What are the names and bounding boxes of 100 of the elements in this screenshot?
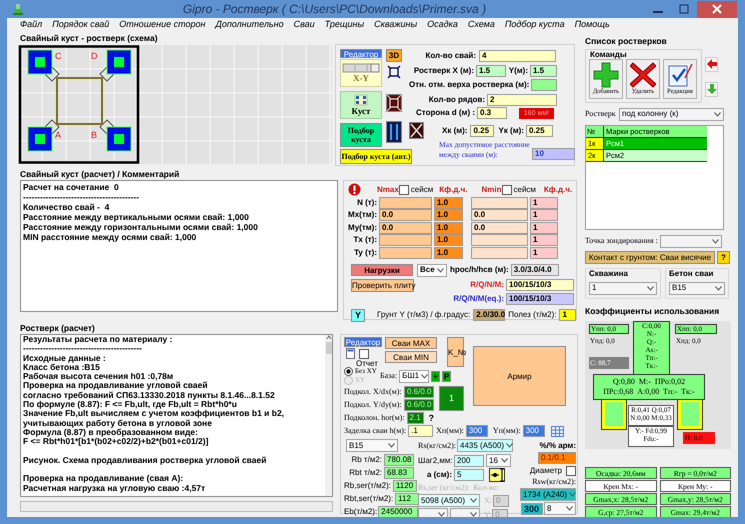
scrollbar[interactable]: [325, 335, 332, 496]
slider[interactable]: [342, 64, 380, 72]
input-field[interactable]: 1: [530, 246, 558, 258]
input-field[interactable]: [531, 79, 557, 91]
menu-item[interactable]: Отношение сторон: [119, 18, 206, 32]
check-slab-button[interactable]: Проверить плиту: [351, 278, 414, 292]
soil-button[interactable]: Y: [351, 308, 365, 322]
input-field[interactable]: 3.0/3.0/4.0: [510, 264, 559, 276]
editor-button[interactable]: Редактор: [344, 337, 382, 347]
input-field[interactable]: 1.0: [434, 209, 463, 221]
input-field[interactable]: [379, 196, 432, 208]
input-field[interactable]: 1: [559, 309, 576, 321]
close-button[interactable]: [697, 0, 737, 18]
input-field[interactable]: 300: [522, 425, 545, 437]
3d-button[interactable]: 3D: [386, 49, 402, 62]
menu-item[interactable]: Помощь: [574, 18, 610, 32]
input-field[interactable]: 1.0: [434, 246, 463, 258]
menu-item[interactable]: Подбор куста: [504, 18, 565, 32]
checkbox[interactable]: [566, 466, 576, 476]
menu-item[interactable]: Трещины: [324, 18, 364, 32]
input-field[interactable]: 200: [454, 454, 484, 466]
dropdown[interactable]: B15: [346, 439, 398, 452]
scroll-thumb[interactable]: [326, 342, 332, 354]
cluster-button[interactable]: Куст: [340, 91, 382, 119]
down-button[interactable]: [705, 82, 718, 97]
menu-item[interactable]: Файл: [20, 18, 42, 32]
input-field[interactable]: [471, 196, 528, 208]
input-field[interactable]: [379, 234, 432, 246]
menu-item[interactable]: Осадка: [427, 18, 458, 32]
panel-title: Список ростверков: [585, 35, 668, 48]
p-button[interactable]: P: [442, 370, 452, 382]
menu-item[interactable]: Схема: [468, 18, 495, 32]
loads-button[interactable]: Нагрузки: [351, 264, 413, 276]
input-field[interactable]: 1.5: [530, 65, 557, 77]
input-field[interactable]: 2.0/30.0: [473, 309, 506, 321]
input-field[interactable]: 300: [521, 502, 543, 514]
input-field[interactable]: 0.1/0.1: [538, 452, 576, 464]
menu-item[interactable]: Дополнительно: [216, 18, 284, 32]
menu-item[interactable]: Скважины: [374, 18, 418, 32]
dropdown[interactable]: 4435 (A500): [457, 439, 514, 452]
input-field[interactable]: [379, 246, 432, 258]
dropdown[interactable]: 16: [486, 454, 511, 467]
one-button[interactable]: 1: [439, 386, 464, 411]
input-field[interactable]: 0.3: [477, 107, 507, 119]
input-field[interactable]: 10: [532, 148, 575, 160]
input-field[interactable]: 1.5: [476, 65, 506, 77]
input-field[interactable]: 1: [530, 209, 558, 221]
input-field[interactable]: 1: [530, 222, 558, 234]
input-field[interactable]: 0.25: [526, 124, 553, 136]
input-field[interactable]: 100/15/10/3: [506, 279, 574, 291]
checkbox[interactable]: [502, 184, 512, 194]
dropdown[interactable]: 1: [589, 282, 657, 295]
input-field[interactable]: 1: [530, 196, 558, 208]
contact-button[interactable]: Контакт с грунтом: Сваи висячие: [585, 250, 715, 264]
dropdown[interactable]: B15: [669, 282, 725, 295]
dropdown[interactable]: 8: [544, 502, 576, 515]
input-field[interactable]: 2: [487, 94, 557, 106]
input-field[interactable]: 100/15/10/3: [506, 292, 574, 304]
dropdown[interactable]: под колонну (к): [619, 108, 724, 121]
input-field[interactable]: 0.0: [471, 209, 528, 221]
dropdown[interactable]: 1734 (A240): [520, 488, 576, 501]
input-field[interactable]: 4: [479, 50, 556, 62]
help-button[interactable]: ?: [717, 250, 730, 264]
input-field[interactable]: 0.25: [470, 124, 494, 136]
input-field[interactable]: 5: [454, 469, 484, 481]
input-field[interactable]: 2.1: [406, 412, 424, 424]
input-field[interactable]: 300: [466, 425, 488, 437]
editor-button[interactable]: Редактор: [340, 49, 382, 58]
input-field[interactable]: 780.08: [384, 454, 414, 466]
piles-max-button[interactable]: Сваи MAX: [385, 337, 437, 349]
menu-item[interactable]: Порядок свай: [52, 18, 110, 32]
input-field[interactable]: [471, 246, 528, 258]
input-field[interactable]: 0.0: [379, 222, 432, 234]
input-field[interactable]: .1: [408, 425, 434, 437]
input-field[interactable]: 0.0: [471, 222, 528, 234]
input-field[interactable]: 1120: [392, 480, 417, 492]
input-field[interactable]: 1.0: [434, 234, 463, 246]
plus-button[interactable]: +: [431, 370, 440, 382]
input-field[interactable]: 68.83: [384, 467, 414, 479]
input-field[interactable]: [471, 234, 528, 246]
input-field[interactable]: 112: [395, 493, 420, 505]
input-field[interactable]: 0.6/0.0: [404, 399, 434, 411]
piles-min-button[interactable]: Сваи MIN: [385, 351, 437, 363]
dropdown[interactable]: Все: [417, 264, 447, 276]
input-field[interactable]: 0.0: [379, 209, 432, 221]
input-field[interactable]: 1: [530, 234, 558, 246]
pick-button[interactable]: Подбор куста: [340, 123, 382, 147]
k-number-button[interactable]: K_№: [447, 337, 464, 367]
input-field[interactable]: 1.0: [434, 196, 463, 208]
input-field[interactable]: 0.6/0.0: [404, 386, 434, 398]
slider-thumb[interactable]: [370, 64, 380, 72]
previous-button[interactable]: [705, 56, 718, 72]
input-field[interactable]: 2450000: [378, 506, 418, 517]
reinforce-button[interactable]: Армир: [473, 346, 566, 406]
auto-pick-button[interactable]: Подбор куста (авт.): [340, 149, 412, 164]
checkbox[interactable]: [398, 184, 409, 194]
menu-item[interactable]: Сваи: [294, 18, 315, 32]
dropdown[interactable]: БШ1: [399, 370, 430, 382]
input-field[interactable]: 1.0: [434, 222, 463, 234]
checkbox[interactable]: [359, 348, 369, 358]
